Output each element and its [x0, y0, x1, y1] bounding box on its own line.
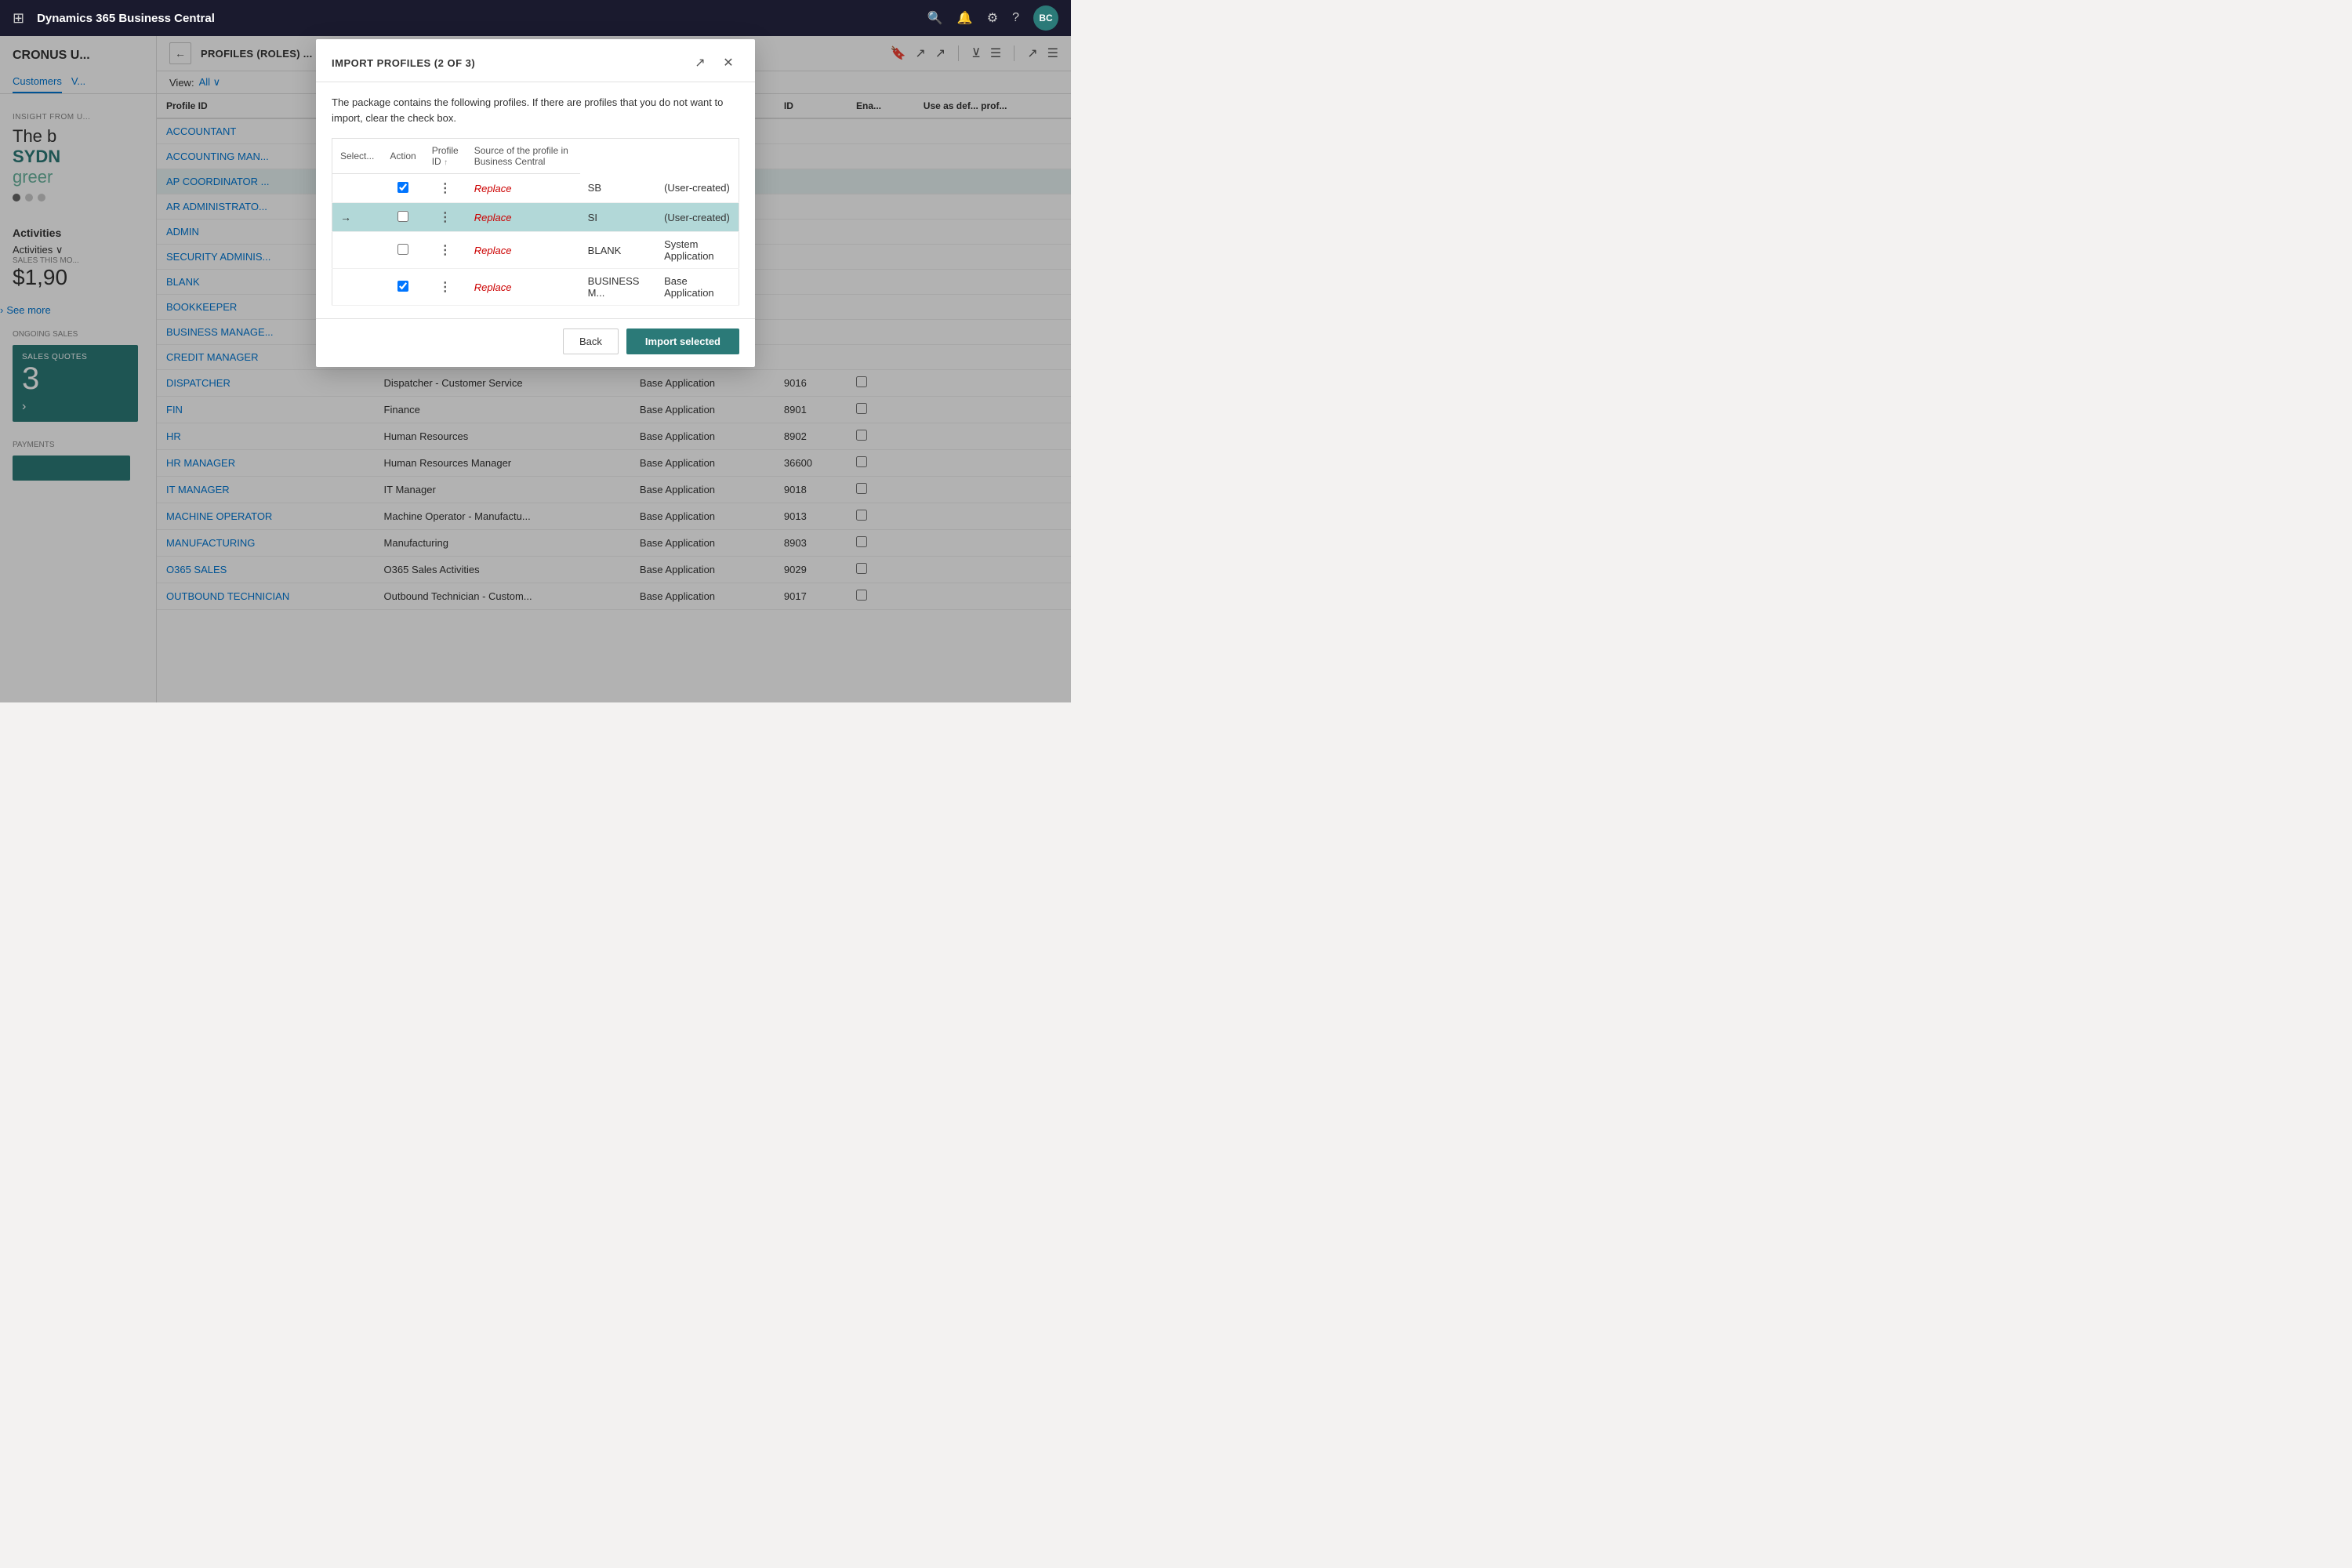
cell-arrow	[332, 232, 383, 269]
import-profiles-table: Select... Action Profile ID ↑ Source of …	[332, 138, 739, 306]
app-title: Dynamics 365 Business Central	[37, 12, 915, 25]
import-table-row[interactable]: ⋮ ReplaceBLANKSystem Application	[332, 232, 739, 269]
dots-menu-icon[interactable]: ⋮	[439, 244, 452, 257]
close-modal-button[interactable]: ✕	[717, 52, 739, 74]
col-source-modal: Source of the profile in Business Centra…	[466, 139, 580, 174]
cell-action: Replace	[466, 174, 580, 203]
import-checkbox[interactable]	[397, 182, 408, 193]
cell-profile-id-import: SB	[580, 174, 656, 203]
col-action: Action	[382, 139, 423, 174]
cell-profile-id-import: SI	[580, 203, 656, 232]
import-checkbox[interactable]	[397, 281, 408, 292]
import-table-row[interactable]: ⋮ ReplaceSB(User-created)	[332, 174, 739, 203]
avatar[interactable]: BC	[1033, 5, 1058, 31]
modal-footer: Back Import selected	[316, 318, 755, 367]
cell-dots-menu[interactable]: ⋮	[424, 203, 466, 232]
search-icon[interactable]: 🔍	[927, 10, 943, 26]
cell-arrow	[332, 269, 383, 306]
import-checkbox[interactable]	[397, 211, 408, 222]
import-table-row[interactable]: → ⋮ ReplaceSI(User-created)	[332, 203, 739, 232]
modal-title: IMPORT PROFILES (2 OF 3)	[332, 57, 683, 69]
grid-icon[interactable]: ⊞	[13, 10, 24, 27]
modal-description: The package contains the following profi…	[332, 95, 739, 125]
bell-icon[interactable]: 🔔	[957, 10, 973, 26]
import-checkbox[interactable]	[397, 244, 408, 255]
import-table-header: Select... Action Profile ID ↑ Source of …	[332, 139, 739, 174]
cell-arrow: →	[332, 203, 383, 232]
modal-body: The package contains the following profi…	[316, 82, 755, 318]
row-arrow-icon: →	[340, 211, 351, 223]
cell-dots-menu[interactable]: ⋮	[424, 174, 466, 203]
col-select: Select...	[332, 139, 383, 174]
modal-header: IMPORT PROFILES (2 OF 3) ↗ ✕	[316, 39, 755, 82]
cell-profile-id-import: BLANK	[580, 232, 656, 269]
import-table-row[interactable]: ⋮ ReplaceBUSINESS M...Base Application	[332, 269, 739, 306]
cell-action: Replace	[466, 232, 580, 269]
cell-source-import: (User-created)	[656, 203, 739, 232]
cell-source-import: Base Application	[656, 269, 739, 306]
back-button-modal[interactable]: Back	[563, 328, 619, 354]
cell-checkbox[interactable]	[382, 203, 423, 232]
cell-checkbox[interactable]	[382, 232, 423, 269]
dots-menu-icon[interactable]: ⋮	[439, 281, 452, 294]
gear-icon[interactable]: ⚙	[987, 10, 998, 26]
expand-modal-button[interactable]: ↗	[689, 52, 711, 74]
cell-source-import: System Application	[656, 232, 739, 269]
cell-source-import: (User-created)	[656, 174, 739, 203]
nav-icons-group: 🔍 🔔 ⚙ ? BC	[927, 5, 1058, 31]
cell-arrow	[332, 174, 383, 203]
col-profile-id-modal: Profile ID ↑	[424, 139, 466, 174]
help-icon[interactable]: ?	[1012, 11, 1019, 25]
dots-menu-icon[interactable]: ⋮	[439, 182, 452, 195]
cell-checkbox[interactable]	[382, 174, 423, 203]
import-selected-button[interactable]: Import selected	[626, 328, 739, 354]
import-profiles-modal: IMPORT PROFILES (2 OF 3) ↗ ✕ The package…	[316, 39, 755, 367]
cell-action: Replace	[466, 203, 580, 232]
cell-profile-id-import: BUSINESS M...	[580, 269, 656, 306]
cell-dots-menu[interactable]: ⋮	[424, 269, 466, 306]
sort-icon: ↑	[444, 158, 448, 167]
top-navigation: ⊞ Dynamics 365 Business Central 🔍 🔔 ⚙ ? …	[0, 0, 1071, 36]
cell-dots-menu[interactable]: ⋮	[424, 232, 466, 269]
cell-action: Replace	[466, 269, 580, 306]
dots-menu-icon[interactable]: ⋮	[439, 211, 452, 224]
cell-checkbox[interactable]	[382, 269, 423, 306]
